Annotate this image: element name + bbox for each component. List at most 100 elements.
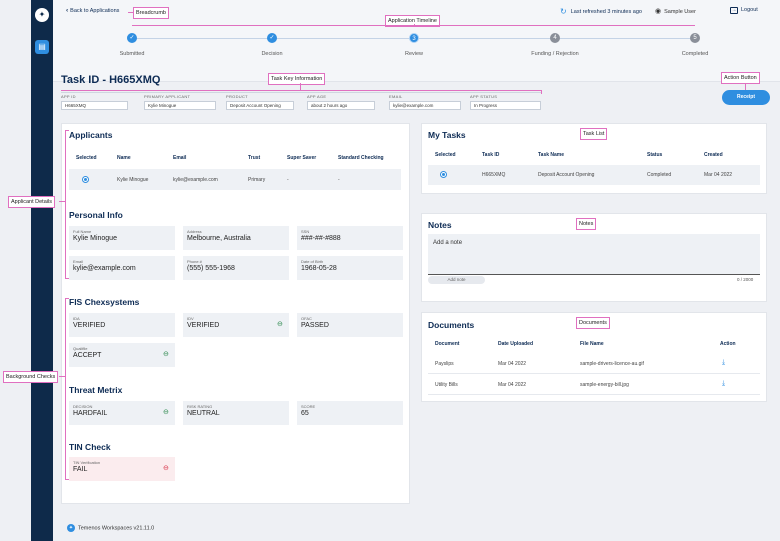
note-input-underline — [428, 274, 760, 275]
key-info-email: EMAIL kylie@example.com — [389, 94, 461, 110]
receipt-button[interactable]: Receipt — [722, 90, 770, 105]
field-label: SCORE — [301, 404, 316, 409]
annotation-key-info: Task Key Information — [268, 73, 326, 85]
field-value: 1968-05-28 — [301, 265, 337, 272]
applicants-heading: Applicants — [69, 130, 113, 140]
key-info-value: In Progress — [470, 101, 541, 110]
applicants-column-header: Email — [173, 155, 187, 161]
personal-field-ssn: SSN ###-##-#888 — [297, 226, 403, 250]
footer-version: Temenos Workspaces v21.11.0 — [78, 525, 155, 532]
note-input-area[interactable] — [428, 234, 760, 274]
logout-label: Logout — [741, 7, 758, 13]
logout-button[interactable]: → Logout — [730, 7, 758, 14]
threat-field-score: SCORE 65 — [297, 401, 403, 425]
annotation-connector — [65, 298, 69, 299]
field-label: Address — [187, 229, 202, 234]
timeline-step-2-label: Decision — [261, 51, 283, 57]
timeline-step-4-label: Funding / Rejection — [531, 51, 579, 57]
download-icon[interactable]: ⤓ — [722, 380, 725, 388]
field-value: VERIFIED — [73, 322, 106, 329]
key-info-label: APP STATUS — [470, 94, 498, 99]
key-info-primary-applicant: PRIMARY APPLICANT Kylie Minogue — [144, 94, 216, 110]
documents-column-header: Document — [435, 341, 460, 347]
field-value: PASSED — [301, 322, 329, 329]
back-to-applications-link[interactable]: ‹ Back to Applications — [66, 7, 119, 14]
tasks-column-header: Status — [647, 152, 663, 158]
fis-field-ofac: OFAC PASSED — [297, 313, 403, 337]
annotation-connector — [541, 90, 542, 94]
link-icon[interactable]: ⊖ — [163, 464, 169, 472]
annotation-connector — [745, 83, 746, 90]
annotation-breadcrumb: Breadcrumb — [133, 7, 169, 19]
document-cell: Payslips — [435, 361, 454, 367]
annotation-notes: Notes — [576, 218, 597, 230]
document-cell: Mar 04 2022 — [498, 361, 527, 367]
task-cell: Deposit Account Opening — [538, 172, 595, 178]
timeline-step-4-marker[interactable]: 4 — [550, 33, 560, 43]
key-info-value: kylie@example.com — [389, 101, 461, 110]
applicants-column-header: Super Saver — [287, 155, 317, 161]
timeline-step-1-marker[interactable]: ✓ — [127, 33, 137, 43]
field-value: Melbourne, Australia — [187, 235, 251, 242]
note-placeholder[interactable]: Add a note — [433, 240, 462, 246]
sidebar-item-applications[interactable]: ▤ — [35, 40, 49, 54]
temenos-logo-icon: ✦ — [67, 524, 75, 532]
refresh-status[interactable]: ↻ Last refreshed 3 minutes ago — [560, 7, 642, 16]
field-label: SSN — [301, 229, 310, 234]
applicant-cell: - — [287, 177, 289, 183]
key-info-label: APP ID — [61, 94, 76, 99]
key-info-app-age: APP AGE about 2 hours ago — [307, 94, 375, 110]
task-select-radio[interactable] — [440, 171, 447, 178]
applicant-cell: Kylie Minogue — [117, 177, 149, 183]
refresh-icon[interactable]: ↻ — [560, 7, 567, 16]
field-label: Phone # — [187, 259, 202, 264]
link-icon[interactable]: ⊖ — [277, 320, 283, 328]
timeline-step-3-marker[interactable]: 3 — [409, 33, 419, 43]
timeline-step-1-label: Submitted — [119, 51, 145, 57]
key-info-label: PRODUCT — [226, 94, 248, 99]
annotation-background-checks: Background Checks — [3, 371, 59, 383]
app-logo-icon[interactable]: ✦ — [35, 8, 49, 22]
user-name: Sample User — [664, 9, 696, 15]
field-value: VERIFIED — [187, 322, 220, 329]
download-icon[interactable]: ⤓ — [722, 359, 725, 367]
fis-field-ida: IDA VERIFIED — [69, 313, 175, 337]
user-menu[interactable]: ◉ Sample User — [655, 7, 696, 15]
applicant-select-radio[interactable] — [82, 176, 89, 183]
my-tasks-heading: My Tasks — [428, 130, 466, 140]
link-icon[interactable]: ⊖ — [163, 350, 169, 358]
tasks-column-header: Selected — [435, 152, 456, 158]
timeline-step-2-marker[interactable]: ✓ — [267, 33, 277, 43]
notes-heading: Notes — [428, 220, 452, 230]
annotation-task-list: Task List — [580, 128, 608, 140]
field-label: IDV — [187, 316, 194, 321]
timeline-step-5-marker[interactable]: 5 — [690, 33, 700, 43]
applicants-column-header: Name — [117, 155, 131, 161]
fis-field-idv: IDV VERIFIED — [183, 313, 289, 337]
field-label: RISK RATING — [187, 404, 213, 409]
documents-column-header: Date Uploaded — [498, 341, 534, 347]
document-cell: Mar 04 2022 — [498, 382, 527, 388]
threat-field-risk-rating: RISK RATING NEUTRAL — [183, 401, 289, 425]
field-label: DECISION — [73, 404, 93, 409]
field-value: FAIL — [73, 466, 88, 473]
personal-field-date-of-birth: Date of Birth 1968-05-28 — [297, 256, 403, 280]
link-icon[interactable]: ⊖ — [163, 408, 169, 416]
field-value: Kylie Minogue — [73, 235, 117, 242]
field-value: HARDFAIL — [73, 410, 108, 417]
key-info-value: H665XMQ — [61, 101, 128, 110]
tin-check-heading: TIN Check — [69, 442, 111, 452]
annotation-connector — [61, 90, 541, 91]
key-info-value: about 2 hours ago — [307, 101, 375, 110]
field-label: IDA — [73, 316, 80, 321]
threat-metrix-heading: Threat Metrix — [69, 385, 123, 395]
timeline-step-5-label: Completed — [681, 51, 709, 57]
annotation-documents: Documents — [576, 317, 610, 329]
annotation-action-button: Action Button — [721, 72, 760, 84]
fis-field-qualifile: Qualifile ACCEPT — [69, 343, 175, 367]
add-note-button[interactable]: Add note — [428, 276, 485, 284]
user-icon: ◉ — [655, 8, 662, 15]
applicant-cell: kylie@example.com — [173, 177, 218, 183]
task-cell: Completed — [647, 172, 672, 178]
applicants-column-header: Selected — [76, 155, 97, 161]
